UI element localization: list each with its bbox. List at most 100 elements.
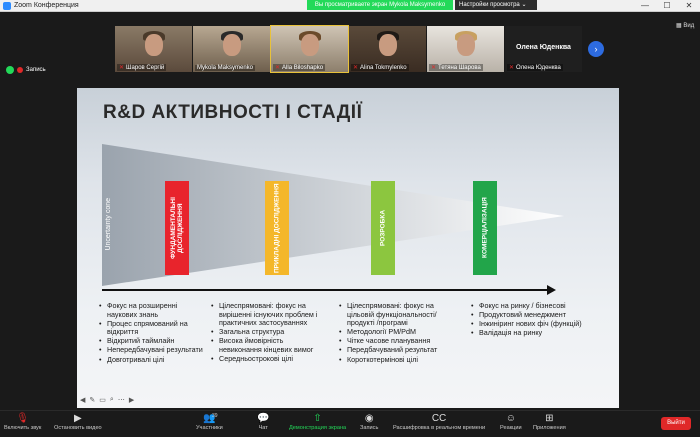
leave-button[interactable]: Выйти xyxy=(661,417,691,430)
stage-commercialization: КОМЕРЦІАЛІЗАЦІЯ xyxy=(473,181,497,275)
list-item: Передбачуваний результат xyxy=(339,346,453,355)
participants-button[interactable]: 👥 39 Участники xyxy=(196,413,223,431)
share-banner: Вы просматриваете экран Mykola Maksymenk… xyxy=(307,0,453,10)
slide-tools: ◀ ✎ ▭ ⌕ ⋯ ▶ xyxy=(80,396,134,404)
list-item: Непередбачувані результати xyxy=(99,346,209,355)
list-item: Фокус на розширенні наукових знань xyxy=(99,301,209,319)
participant-name-text: Mykola Maksymenko xyxy=(197,65,254,71)
participant-name: Mykola Maksymenko xyxy=(195,65,256,71)
list-item: Валідація на ринку xyxy=(471,329,591,338)
back-icon[interactable]: ◀ xyxy=(80,396,85,404)
captions-icon: CC xyxy=(431,413,447,424)
mic-muted-icon: ✕ xyxy=(431,65,437,71)
column-fundamental: Фокус на розширенні наукових знань Проце… xyxy=(99,301,209,365)
chevron-down-icon: ⌄ xyxy=(521,2,527,8)
participant-name: ✕ Олена Юденква xyxy=(507,64,563,71)
column-commercialization: Фокус на ринку / бізнесові Продуктовий м… xyxy=(471,301,591,338)
participant-name: ✕ Alla Biloshapko xyxy=(273,64,326,71)
record-button[interactable]: ◉ Запись xyxy=(360,413,378,431)
captions-button[interactable]: CC Расшифровка в реальном времени xyxy=(393,413,485,431)
more-icon[interactable]: ⋯ xyxy=(118,396,125,404)
participant-name: ✕ Alina Tokmylenko xyxy=(351,64,409,71)
share-screen-icon: ⇧ xyxy=(313,413,322,424)
reactions-label: Реакции xyxy=(500,425,522,431)
list-item: Процес спрямований на відкриття xyxy=(99,319,209,337)
view-options-label: Настройки просмотра xyxy=(459,2,520,8)
participant-tile[interactable]: ✕ Тетяна Шарова xyxy=(427,26,504,72)
list-item: Цілеспрямовані: фокус на вирішенні існую… xyxy=(211,301,327,328)
unmute-label: Включить звук xyxy=(4,425,42,431)
pen-icon[interactable]: ✎ xyxy=(89,396,95,404)
stage-label: РОЗРОБКА xyxy=(379,209,387,247)
mic-muted-icon: ✕ xyxy=(353,65,359,71)
participant-tile[interactable]: ✕ Шаров Сергій xyxy=(115,26,192,72)
stop-video-button[interactable]: ▶ Остановить видео xyxy=(54,413,102,431)
uncertainty-label: Uncertainty cone xyxy=(105,198,112,251)
mic-muted-icon: ✕ xyxy=(119,65,125,71)
window-titlebar: Zoom Конференция Вы просматриваете экран… xyxy=(0,0,700,12)
close-button[interactable]: ✕ xyxy=(678,0,700,12)
list-item: Довготривалі цілі xyxy=(99,355,209,365)
list-item: Цілеспрямовані: фокус на цільовій функці… xyxy=(339,301,453,328)
maximize-button[interactable]: ☐ xyxy=(656,0,678,12)
stage-label: ПРИКЛАДНІ ДОСЛІДЖЕННЯ xyxy=(273,183,281,273)
meeting-toolbar: 🎙 Включить звук ▶ Остановить видео 👥 39 … xyxy=(0,410,700,437)
reactions-button[interactable]: ☺ Реакции xyxy=(500,413,522,431)
video-label: Остановить видео xyxy=(54,425,102,431)
participant-name-text: Alina Tokmylenko xyxy=(360,64,407,71)
meeting-area: ▦ Вид ✕ Шаров Сергій Mykola Maksymenko ✕ A… xyxy=(0,12,700,410)
participant-face xyxy=(223,34,241,56)
slides-icon[interactable]: ▭ xyxy=(99,396,106,404)
stage-label: КОМЕРЦІАЛІЗАЦІЯ xyxy=(481,197,489,259)
stage-fundamental: ФУНДАМЕНТАЛЬНІ ДОСЛІДЖЕННЯ xyxy=(165,181,189,275)
zoom-icon[interactable]: ⌕ xyxy=(110,396,114,404)
gallery-next-button[interactable]: › xyxy=(588,41,604,57)
stage-label: ФУНДАМЕНТАЛЬНІ ДОСЛІДЖЕННЯ xyxy=(170,197,184,259)
participant-face xyxy=(379,34,397,56)
apps-icon: ⊞ xyxy=(545,413,554,424)
slide-title: R&D АКТИВНОСТІ І СТАДІЇ xyxy=(103,102,363,123)
apps-button[interactable]: ⊞ Приложения xyxy=(533,413,566,431)
chat-label: Чат xyxy=(258,425,268,431)
arrow-head-icon xyxy=(547,285,556,295)
column-development: Цілеспрямовані: фокус на цільовій функці… xyxy=(339,301,453,365)
recording-indicator[interactable]: Запись xyxy=(6,66,46,74)
participant-name-text: Alla Biloshapko xyxy=(282,64,324,71)
video-camera-icon: ▶ xyxy=(73,413,82,424)
participant-name-text: Тетяна Шарова xyxy=(438,64,481,71)
record-icon: ◉ xyxy=(364,413,374,424)
list-item: Висока ймовірність невиконання кінцевих … xyxy=(211,337,327,354)
record-dot-icon xyxy=(17,67,23,73)
recording-label: Запись xyxy=(26,67,46,73)
chat-button[interactable]: 💬 Чат xyxy=(257,413,269,431)
minimize-button[interactable]: — xyxy=(634,0,656,12)
record-label: Запись xyxy=(360,425,379,431)
participant-name: ✕ Тетяна Шарова xyxy=(429,64,483,71)
timeline-arrow xyxy=(102,289,550,291)
mic-muted-icon: ✕ xyxy=(509,65,515,71)
participant-tile[interactable]: ✕ Alina Tokmylenko xyxy=(349,26,426,72)
participant-tile[interactable]: Mykola Maksymenko xyxy=(193,26,270,72)
smile-icon: ☺ xyxy=(505,413,516,424)
shared-slide: R&D АКТИВНОСТІ І СТАДІЇ Uncertainty cone… xyxy=(77,88,619,408)
participant-tile[interactable]: Олена Юденква ✕ Олена Юденква xyxy=(505,26,582,72)
participant-name: ✕ Шаров Сергій xyxy=(117,64,167,71)
unmute-button[interactable]: 🎙 Включить звук xyxy=(4,413,41,431)
participant-face xyxy=(145,34,163,56)
participant-name-text: Шаров Сергій xyxy=(126,64,165,71)
participant-display-name: Олена Юденква xyxy=(516,44,571,51)
share-label: Демонстрация экрана xyxy=(289,425,347,431)
participants-count: 39 xyxy=(212,413,218,419)
list-item: Середньострокові цілі xyxy=(211,354,327,364)
stage-applied: ПРИКЛАДНІ ДОСЛІДЖЕННЯ xyxy=(265,181,289,275)
forward-icon[interactable]: ▶ xyxy=(129,396,134,404)
share-screen-button[interactable]: ⇧ Демонстрация экрана xyxy=(289,413,346,431)
participant-name-text: Олена Юденква xyxy=(516,64,561,71)
mic-muted-icon: 🎙 xyxy=(16,413,29,424)
view-options-button[interactable]: Настройки просмотра ⌄ xyxy=(455,0,537,10)
list-item: Короткотермінові цілі xyxy=(339,355,453,365)
participant-tile[interactable]: ✕ Alla Biloshapko xyxy=(270,25,349,73)
shield-icon xyxy=(6,66,14,74)
view-button[interactable]: ▦ Вид xyxy=(676,22,694,29)
zoom-logo-icon xyxy=(3,2,11,10)
